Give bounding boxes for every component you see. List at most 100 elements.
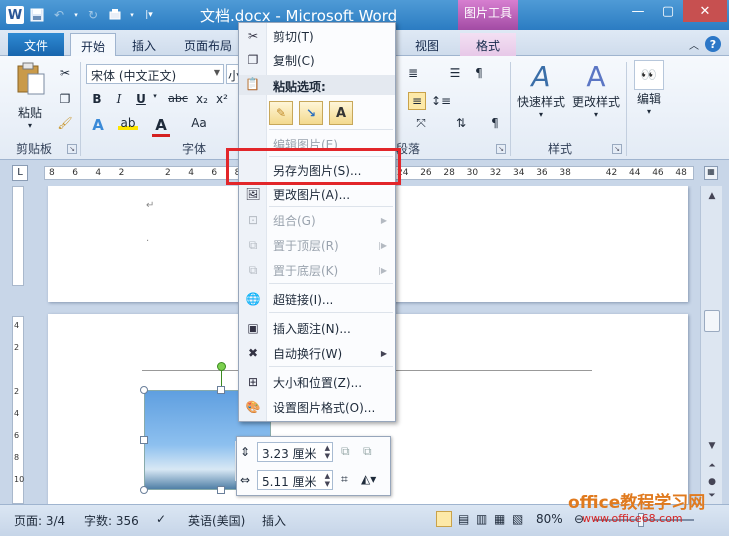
tab-file[interactable]: 文件	[8, 33, 64, 56]
height-spinner[interactable]: 3.23 厘米 ▲ ▼	[257, 442, 333, 462]
resize-handle-w[interactable]	[140, 436, 148, 444]
view-ruler-icon[interactable]: ▦	[704, 166, 718, 180]
menu-item-copy[interactable]: ❐ 复制(C)	[239, 49, 395, 71]
resize-handle-n[interactable]	[217, 386, 225, 394]
page-indicator[interactable]: 页面: 3/4	[14, 512, 65, 529]
change-styles-button[interactable]: A 更改样式 ▾	[570, 60, 622, 119]
resize-handle-sw[interactable]	[140, 486, 148, 494]
vertical-ruler-page[interactable]: 4 2 2 4 6 8 10	[12, 316, 24, 504]
chinese-layout-icon[interactable]: ≣	[404, 66, 422, 80]
draft-icon[interactable]: ▧	[512, 512, 523, 526]
text-effects-icon[interactable]: A	[88, 116, 108, 134]
help-icon[interactable]: ?	[705, 36, 721, 52]
shading-icon[interactable]: ⤧	[410, 116, 432, 131]
menu-item-group[interactable]: ⊡ 组合(G) ▶	[239, 209, 395, 231]
save-icon[interactable]	[28, 6, 46, 24]
previous-page-icon[interactable]: ⏶	[704, 458, 720, 474]
paste-dropdown-icon[interactable]: ▾	[28, 121, 32, 130]
outline-icon[interactable]: ▦	[494, 512, 505, 526]
crop-icon[interactable]: ⌗	[341, 472, 348, 487]
clipboard-launcher-icon[interactable]: ↘	[67, 144, 77, 154]
tab-home[interactable]: 开始	[70, 33, 117, 56]
vertical-scrollbar[interactable]: ▲ ▼ ⏶ ● ⏷	[700, 186, 722, 504]
bold-button[interactable]: B	[90, 92, 104, 106]
resize-handle-nw[interactable]	[140, 386, 148, 394]
tab-insert[interactable]: 插入	[122, 33, 166, 56]
redo-icon[interactable]: ↻	[84, 6, 102, 24]
change-case-button[interactable]: Aa	[188, 116, 210, 130]
font-name-combo[interactable]: 宋体 (中文正文) ▼	[86, 64, 224, 84]
print-layout-icon[interactable]	[436, 511, 452, 527]
resize-handle-s[interactable]	[217, 486, 225, 494]
menu-item-hyperlink[interactable]: 🌐 超链接(I)...	[239, 288, 395, 310]
underline-button[interactable]: U	[134, 92, 148, 106]
subscript-button[interactable]: x₂	[194, 92, 210, 106]
menu-item-insert-caption[interactable]: ▣ 插入题注(N)...	[239, 317, 395, 339]
scroll-thumb[interactable]	[704, 310, 720, 332]
menu-item-size-position[interactable]: ⊞ 大小和位置(Z)...	[239, 371, 395, 393]
insert-mode[interactable]: 插入	[262, 512, 286, 529]
proofing-icon[interactable]: ✓	[156, 512, 166, 526]
highlight-icon[interactable]: ab	[118, 116, 138, 130]
paragraph-marks-icon[interactable]: ¶	[486, 116, 504, 130]
close-icon[interactable]: ✕	[683, 0, 727, 22]
next-page-icon[interactable]: ⏷	[704, 488, 720, 504]
undo-icon[interactable]: ↶	[50, 6, 68, 24]
spinner-arrows-icon[interactable]: ▲ ▼	[325, 472, 330, 488]
vertical-ruler-top[interactable]	[12, 186, 24, 286]
zoom-level[interactable]: 80%	[536, 512, 563, 526]
spinner-arrows-icon[interactable]: ▲ ▼	[325, 444, 330, 460]
bring-forward-icon[interactable]: ⧉	[341, 444, 350, 459]
font-color-button[interactable]: A	[152, 116, 170, 137]
menu-item-bring-to-front[interactable]: ⧉ 置于顶层(R) |▶	[239, 234, 395, 256]
superscript-button[interactable]: x²	[214, 92, 230, 106]
paste-option-picture[interactable]: ↘	[299, 101, 323, 125]
show-marks-icon[interactable]: ¶	[470, 66, 488, 80]
menu-item-send-to-back[interactable]: ⧉ 置于底层(K) |▶	[239, 259, 395, 281]
align-justify-icon[interactable]: ≡	[408, 92, 426, 110]
language-indicator[interactable]: 英语(美国)	[188, 512, 245, 529]
styles-launcher-icon[interactable]: ↘	[612, 144, 622, 154]
ruler-number: 4	[188, 168, 194, 178]
underline-dropdown-icon[interactable]: ▾	[150, 92, 160, 100]
paste-option-keep-format[interactable]: ✎	[269, 101, 293, 125]
maximize-icon[interactable]: ▢	[653, 0, 683, 22]
scroll-down-icon[interactable]: ▼	[704, 438, 720, 454]
web-layout-icon[interactable]: ▥	[476, 512, 487, 526]
editing-button[interactable]: 👀 编辑 ▾	[632, 60, 666, 116]
menu-item-change-picture[interactable]: 🖼 更改图片(A)...	[239, 183, 395, 205]
send-backward-icon[interactable]: ⧉	[363, 444, 372, 459]
dropdown-icon[interactable]: ▾	[128, 6, 136, 24]
word-count[interactable]: 字数: 356	[84, 512, 139, 529]
strikethrough-button[interactable]: abc	[166, 92, 190, 105]
rotate-icon[interactable]: ◭▾	[361, 472, 376, 486]
full-screen-reading-icon[interactable]: ▤	[458, 512, 469, 526]
paste-option-text-only[interactable]: A	[329, 101, 353, 125]
line-spacing-icon[interactable]: ↕≡	[431, 92, 451, 110]
width-spinner[interactable]: 5.11 厘米 ▲ ▼	[257, 470, 333, 490]
paste-button[interactable]: 粘贴 ▾	[14, 62, 46, 130]
minimize-icon[interactable]: —	[623, 0, 653, 22]
sort-icon[interactable]: ☰	[446, 66, 464, 80]
customize-qat-icon[interactable]: |▾	[140, 6, 158, 24]
copy-icon[interactable]: ❐	[56, 90, 74, 108]
scroll-up-icon[interactable]: ▲	[704, 188, 720, 204]
menu-item-cut[interactable]: ✂ 剪切(T)	[239, 25, 395, 47]
format-painter-icon[interactable]: 🖌	[56, 114, 74, 132]
dropdown-icon[interactable]: ▾	[72, 6, 80, 24]
sort-az-icon[interactable]: ⇅	[452, 116, 470, 130]
quick-styles-button[interactable]: A 快速样式 ▾	[516, 60, 566, 119]
tab-format[interactable]: 格式	[460, 33, 516, 56]
tab-view[interactable]: 视图	[405, 33, 449, 56]
menu-item-format-picture[interactable]: 🎨 设置图片格式(O)...	[239, 396, 395, 418]
print-preview-icon[interactable]	[106, 6, 124, 24]
italic-button[interactable]: I	[112, 92, 126, 106]
rotate-handle[interactable]	[217, 362, 226, 371]
cut-icon[interactable]: ✂	[56, 64, 74, 82]
tab-selector[interactable]: L	[12, 165, 28, 181]
paragraph-launcher-icon[interactable]: ↘	[496, 144, 506, 154]
collapse-ribbon-icon[interactable]: ︿	[689, 37, 699, 52]
word-logo-icon[interactable]: W	[6, 6, 24, 24]
tab-page-layout[interactable]: 页面布局	[174, 33, 242, 56]
menu-item-text-wrap[interactable]: ✖ 自动换行(W) ▶	[239, 342, 395, 364]
